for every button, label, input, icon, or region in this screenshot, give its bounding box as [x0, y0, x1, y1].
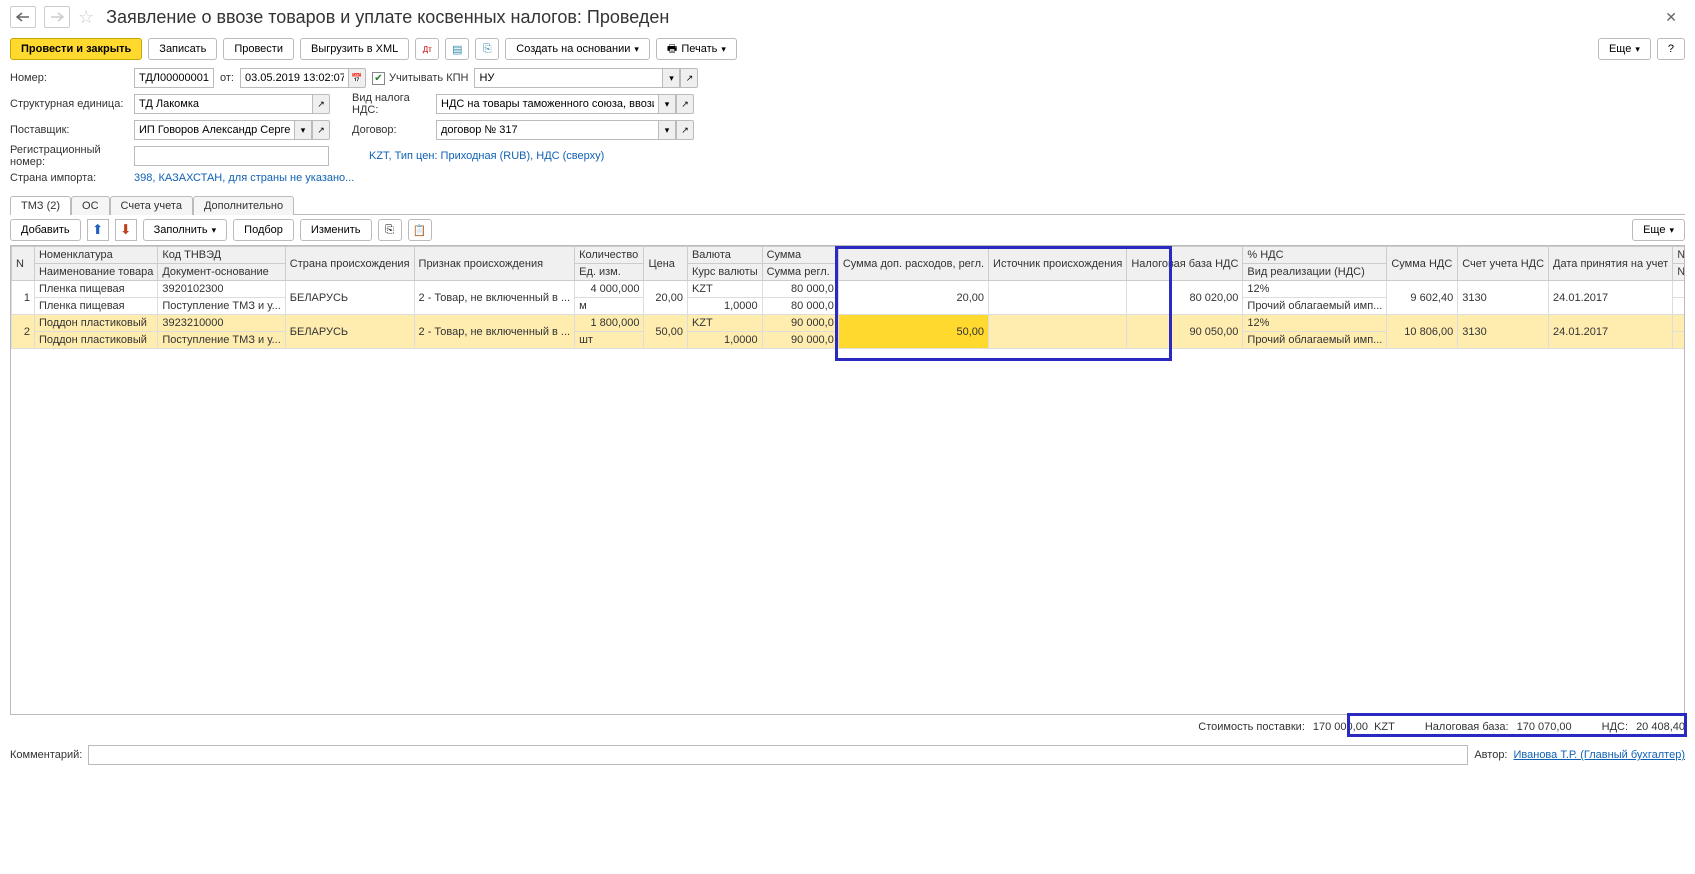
delivery-cost-value: 170 000,00: [1313, 721, 1368, 733]
col-vat-pct[interactable]: % НДС: [1243, 247, 1387, 264]
tab-os[interactable]: ОС: [71, 196, 110, 215]
col-doc-basis[interactable]: Документ-основание: [158, 264, 285, 281]
number-input[interactable]: [134, 68, 214, 88]
struct-unit-label: Структурная единица:: [10, 98, 128, 110]
save-button[interactable]: Записать: [148, 38, 217, 60]
print-icon: [667, 40, 677, 59]
tax-base-value: 170 070,00: [1517, 721, 1572, 733]
col-vat-sum[interactable]: Сумма НДС: [1387, 247, 1458, 281]
col-nomenclature[interactable]: Номенклатура: [34, 247, 157, 264]
col-tt[interactable]: № ТТ: [1673, 247, 1685, 264]
nav-back-button[interactable]: [10, 6, 36, 28]
contract-dropdown-icon[interactable]: ▾: [658, 120, 676, 140]
col-unit[interactable]: Ед. изм.: [575, 264, 644, 281]
col-currency[interactable]: Валюта: [687, 247, 762, 264]
col-sch[interactable]: № сч: [1673, 264, 1685, 281]
tax-type-input[interactable]: [436, 94, 658, 114]
nu-open-icon[interactable]: ↗: [680, 68, 698, 88]
date-input[interactable]: [240, 68, 348, 88]
kpn-checkbox[interactable]: ✔Учитывать КПН: [372, 72, 469, 85]
export-xml-button[interactable]: Выгрузить в XML: [300, 38, 409, 60]
tax-dropdown-icon[interactable]: ▾: [658, 94, 676, 114]
favorite-icon[interactable]: ☆: [78, 7, 94, 28]
delivery-cost-label: Стоимость поставки:: [1198, 721, 1305, 733]
col-tnved[interactable]: Код ТНВЭД: [158, 247, 285, 264]
col-rate[interactable]: Курс валюты: [687, 264, 762, 281]
more-button[interactable]: Еще: [1598, 38, 1651, 60]
supplier-label: Поставщик:: [10, 124, 128, 136]
col-product-name[interactable]: Наименование товара: [34, 264, 157, 281]
grid-container[interactable]: N Номенклатура Код ТНВЭД Страна происхож…: [10, 245, 1685, 715]
calendar-icon[interactable]: 📅: [348, 68, 366, 88]
col-n[interactable]: N: [12, 247, 35, 281]
paste-button[interactable]: 📋: [408, 219, 432, 241]
contract-input[interactable]: [436, 120, 658, 140]
table-row[interactable]: 1Пленка пищевая3920102300БЕЛАРУСЬ2 - Тов…: [12, 281, 1686, 298]
tab-accounts[interactable]: Счета учета: [110, 196, 193, 215]
create-based-button[interactable]: Создать на основании: [505, 38, 650, 60]
contract-open-icon[interactable]: ↗: [676, 120, 694, 140]
col-add-exp[interactable]: Сумма доп. расходов, регл.: [838, 247, 988, 281]
currency-value: KZT: [1374, 721, 1395, 733]
reg-number-label: Регистрационный номер:: [10, 144, 128, 168]
col-sum[interactable]: Сумма: [762, 247, 838, 264]
move-down-button[interactable]: ⬇: [115, 219, 137, 241]
nav-forward-button[interactable]: [44, 6, 70, 28]
col-realization[interactable]: Вид реализации (НДС): [1243, 264, 1387, 281]
vat-label: НДС:: [1602, 721, 1628, 733]
add-button[interactable]: Добавить: [10, 219, 81, 241]
check-icon: ✔: [372, 72, 385, 85]
col-origin-country[interactable]: Страна происхождения: [285, 247, 414, 281]
col-origin-source[interactable]: Источник происхождения: [989, 247, 1127, 281]
post-button[interactable]: Провести: [223, 38, 294, 60]
col-price[interactable]: Цена: [644, 247, 688, 281]
print-button[interactable]: Печать: [656, 38, 737, 60]
tax-type-label: Вид налога НДС:: [352, 92, 430, 116]
import-country-label: Страна импорта:: [10, 172, 128, 184]
supplier-open-icon[interactable]: ↗: [312, 120, 330, 140]
debit-credit-button[interactable]: Дт: [415, 38, 439, 60]
move-up-button[interactable]: ⬆: [87, 219, 109, 241]
comment-input[interactable]: [88, 745, 1468, 765]
struct-open-icon[interactable]: ↗: [312, 94, 330, 114]
comment-label: Комментарий:: [10, 749, 82, 761]
report-button[interactable]: ▤: [445, 38, 469, 60]
col-vat-account[interactable]: Счет учета НДС: [1458, 247, 1549, 281]
tab-tmz[interactable]: ТМЗ (2): [10, 196, 71, 215]
data-grid: N Номенклатура Код ТНВЭД Страна происхож…: [11, 246, 1685, 349]
col-tax-base[interactable]: Налоговая база НДС: [1127, 247, 1243, 281]
change-button[interactable]: Изменить: [300, 219, 372, 241]
col-qty[interactable]: Количество: [575, 247, 644, 264]
fill-button[interactable]: Заполнить: [143, 219, 228, 241]
vat-value: 20 408,40: [1636, 721, 1685, 733]
struct-unit-input[interactable]: [134, 94, 312, 114]
tax-base-label: Налоговая база:: [1425, 721, 1509, 733]
price-type-link[interactable]: KZT, Тип цен: Приходная (RUB), НДС (свер…: [369, 150, 604, 162]
author-link[interactable]: Иванова Т.Р. (Главный бухгалтер): [1514, 749, 1686, 761]
tax-open-icon[interactable]: ↗: [676, 94, 694, 114]
post-close-button[interactable]: Провести и закрыть: [10, 38, 142, 60]
table-row[interactable]: 2Поддон пластиковый3923210000БЕЛАРУСЬ2 -…: [12, 315, 1686, 332]
nu-input[interactable]: [474, 68, 662, 88]
contract-label: Договор:: [352, 124, 430, 136]
col-origin-sign[interactable]: Признак происхождения: [414, 247, 575, 281]
reg-number-input[interactable]: [134, 146, 329, 166]
help-button[interactable]: ?: [1657, 38, 1685, 60]
number-label: Номер:: [10, 72, 128, 84]
grid-more-button[interactable]: Еще: [1632, 219, 1685, 241]
col-sum-regl[interactable]: Сумма регл.: [762, 264, 838, 281]
from-label: от:: [220, 72, 234, 84]
author-label: Автор:: [1474, 749, 1507, 761]
import-country-link[interactable]: 398, КАЗАХСТАН, для страны не указано...: [134, 172, 354, 184]
supplier-input[interactable]: [134, 120, 294, 140]
close-icon[interactable]: ✕: [1657, 9, 1685, 26]
nu-dropdown-icon[interactable]: ▾: [662, 68, 680, 88]
supplier-dropdown-icon[interactable]: ▾: [294, 120, 312, 140]
link-button[interactable]: ⎘: [475, 38, 499, 60]
select-button[interactable]: Подбор: [233, 219, 294, 241]
tab-additional[interactable]: Дополнительно: [193, 196, 294, 215]
copy-button[interactable]: ⎘: [378, 219, 402, 241]
page-title: Заявление о ввозе товаров и уплате косве…: [106, 7, 669, 28]
col-accept-date[interactable]: Дата принятия на учет: [1549, 247, 1673, 281]
